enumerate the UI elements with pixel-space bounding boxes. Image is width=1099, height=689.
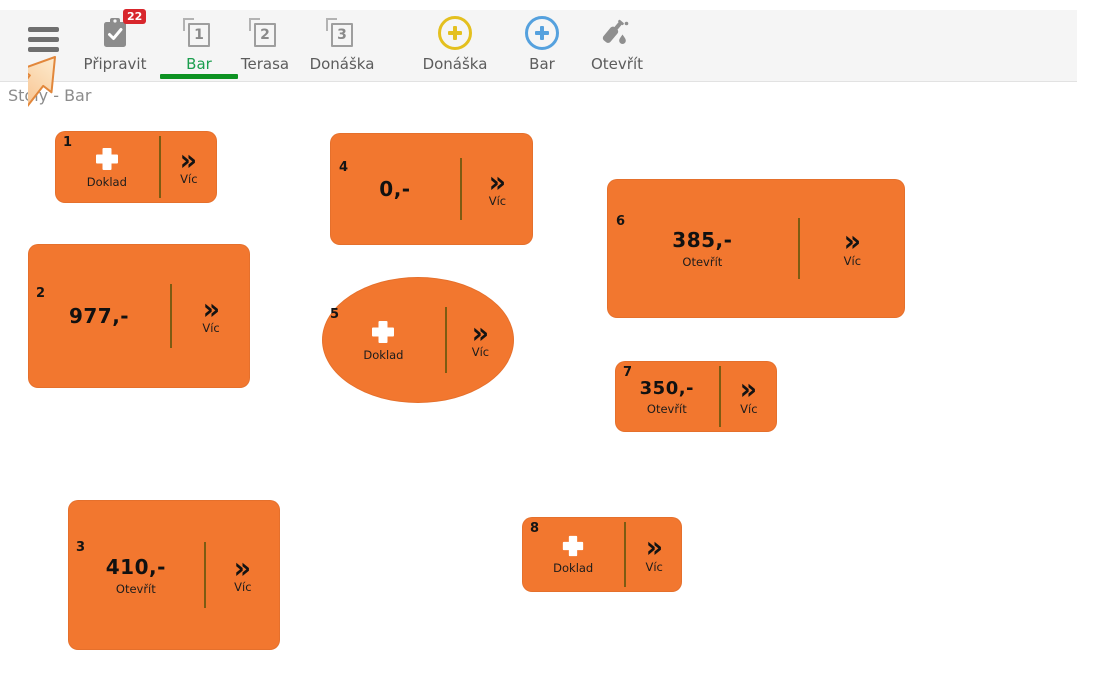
new-receipt-zone[interactable]: Doklad: [322, 277, 445, 403]
open-table-zone[interactable]: 0,-: [330, 133, 460, 245]
more-chevron-icon: »: [844, 229, 861, 254]
toolbar-item-label: Donáška: [423, 55, 488, 73]
tab-label: Donáška: [310, 55, 375, 73]
hamburger-bar: [28, 27, 59, 32]
plus-icon: [94, 146, 120, 172]
table-status-label: Otevřít: [647, 402, 687, 416]
table-number: 4: [339, 160, 348, 175]
tab-label: Bar: [186, 55, 212, 73]
table-status-label: Otevřít: [682, 255, 722, 269]
table-number: 8: [530, 521, 539, 536]
table-amount: 410,-: [106, 555, 166, 579]
more-zone[interactable]: » Víc: [447, 277, 514, 403]
more-chevron-icon: »: [646, 535, 663, 560]
more-zone[interactable]: » Víc: [462, 133, 533, 245]
clipboard-check-icon: 22: [101, 13, 129, 53]
plus-icon: [370, 319, 396, 345]
table-number: 2: [36, 286, 45, 301]
plus-circle-yellow-icon: [438, 13, 472, 53]
table-amount: 350,-: [640, 378, 694, 399]
active-tab-underline: [160, 74, 238, 79]
bottle-pour-icon: [599, 13, 635, 53]
filter-3-icon: 3: [331, 13, 353, 53]
tab-terasa[interactable]: 2 Terasa: [226, 13, 304, 73]
table-number: 5: [330, 307, 339, 322]
hamburger-menu-button[interactable]: [28, 27, 59, 55]
table-card-5[interactable]: 5 Doklad » Víc: [322, 277, 514, 403]
table-card-1[interactable]: 1 Doklad » Víc: [55, 131, 217, 203]
table-card-6[interactable]: 6 385,- Otevřít » Víc: [607, 179, 905, 318]
open-table-zone[interactable]: 977,-: [28, 244, 170, 388]
notification-badge: 22: [123, 9, 146, 24]
more-chevron-icon: »: [489, 170, 506, 195]
table-number: 6: [616, 214, 625, 229]
filter-1-icon: 1: [188, 13, 210, 53]
plus-circle-blue-icon: [525, 13, 559, 53]
table-card-3[interactable]: 3 410,- Otevřít » Víc: [68, 500, 280, 650]
more-zone[interactable]: » Víc: [800, 179, 905, 318]
more-zone[interactable]: » Víc: [721, 361, 777, 432]
more-chevron-icon: »: [202, 297, 219, 322]
more-zone[interactable]: » Víc: [206, 500, 280, 650]
table-card-2[interactable]: 2 977,- » Víc: [28, 244, 250, 388]
hamburger-bar: [28, 37, 59, 42]
toolbar-item-otevrit[interactable]: Otevřít: [577, 13, 657, 73]
pos-tables-screen: 22 Připravit 1 Bar 2 Terasa 3 Donáška: [0, 0, 1099, 689]
tab-donaska[interactable]: 3 Donáška: [300, 13, 384, 73]
more-chevron-icon: »: [234, 556, 251, 581]
more-zone[interactable]: » Víc: [161, 131, 217, 203]
table-card-8[interactable]: 8 Doklad » Víc: [522, 517, 682, 592]
table-status-label: Otevřít: [116, 582, 156, 596]
more-chevron-icon: »: [740, 377, 757, 402]
table-card-4[interactable]: 4 0,- » Víc: [330, 133, 533, 245]
more-zone[interactable]: » Víc: [172, 244, 250, 388]
table-card-7[interactable]: 7 350,- Otevřít » Víc: [615, 361, 777, 432]
hamburger-bar: [28, 47, 59, 52]
table-amount: 0,-: [379, 177, 410, 201]
tab-label: Terasa: [241, 55, 289, 73]
receipt-label: Doklad: [363, 348, 403, 362]
toolbar-item-label: Bar: [529, 55, 555, 73]
more-chevron-icon: »: [180, 148, 197, 173]
toolbar-item-pripravit[interactable]: 22 Připravit: [73, 13, 157, 73]
table-number: 1: [63, 135, 72, 150]
more-zone[interactable]: » Víc: [626, 517, 682, 592]
table-amount: 977,-: [69, 304, 129, 328]
page-title: Stoly - Bar: [8, 86, 91, 105]
more-chevron-icon: »: [472, 321, 489, 346]
filter-2-icon: 2: [254, 13, 276, 53]
open-table-zone[interactable]: 410,- Otevřít: [68, 500, 204, 650]
receipt-label: Doklad: [553, 561, 593, 575]
table-amount: 385,-: [672, 228, 732, 252]
add-donaska-button[interactable]: Donáška: [413, 13, 497, 73]
open-table-zone[interactable]: 385,- Otevřít: [607, 179, 798, 318]
table-number: 3: [76, 540, 85, 555]
toolbar: 22 Připravit 1 Bar 2 Terasa 3 Donáška: [0, 10, 1077, 82]
toolbar-item-label: Připravit: [84, 55, 147, 73]
receipt-label: Doklad: [87, 175, 127, 189]
table-number: 7: [623, 365, 632, 380]
add-bar-button[interactable]: Bar: [507, 13, 577, 73]
toolbar-item-label: Otevřít: [591, 55, 643, 73]
plus-icon: [561, 534, 585, 558]
